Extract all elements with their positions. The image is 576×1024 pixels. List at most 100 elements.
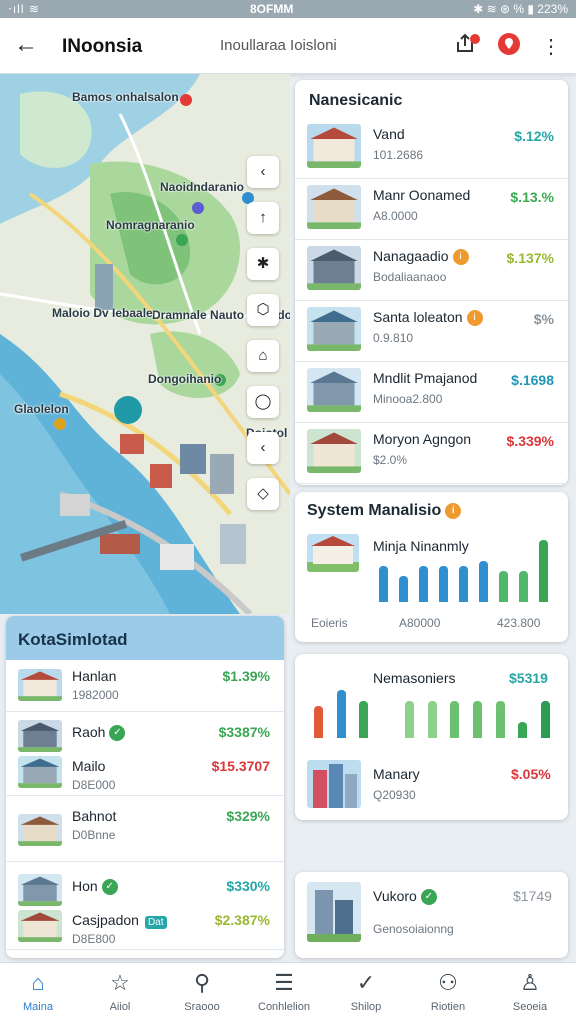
chart-bar [359,700,369,738]
map-home-button[interactable]: ⌂ [247,340,279,372]
building-thumbnail [18,720,62,752]
kota-row[interactable]: Hon ✓ $330% [6,870,284,906]
nav-item-shilop[interactable]: ✓ Shilop [330,969,402,1013]
building-thumbnail [307,368,361,412]
map-filter-button[interactable]: ✱ [247,248,279,280]
listing-value: $% [533,311,554,327]
share-icon[interactable] [450,32,480,62]
monitor-value: $5319 [509,670,548,686]
notification-dot [470,34,480,44]
axis-label: Eoieris [311,616,348,630]
kota-row-name: Raoh ✓ [72,724,126,742]
kota-row-sub: D8E000 [72,778,116,792]
chart-bar [418,565,428,602]
listing-row[interactable]: Nanagaadio i Bodaliaanaoo $.137% [295,240,568,301]
kota-row-name-text: Raoh [72,724,106,740]
back-arrow-icon[interactable]: ← [12,32,40,60]
listing-value: $.13.% [510,189,554,205]
nav-item-conhlelion[interactable]: ☰ Conhlelion [248,969,320,1013]
people-icon: ⚇ [438,970,458,995]
monitor-item-sub: Q20930 [373,788,416,802]
listing-sub: 0.9.810 [373,331,414,345]
map-label: Naoidndaranio [160,180,245,194]
kota-row[interactable]: Raoh ✓ $3387% [6,716,284,752]
nav-label: Riotien [430,1001,466,1013]
database-icon: ☰ [274,970,294,995]
verified-badge: ✓ [109,725,126,742]
map-back-button[interactable]: ‹ [247,432,279,464]
listings-card: Nanesicanic Vand 101.2686 $.12% Manr Ooname… [295,80,568,485]
user-icon: ♙ [520,970,540,995]
system-title: System Manalisio i [307,502,462,520]
more-vertical-icon[interactable]: ⋮ [536,32,566,62]
kota-row-value: $15.3707 [211,758,270,774]
listing-value: $.137% [506,250,554,266]
listing-value: $.339% [506,433,554,449]
nav-item-aiiol[interactable]: ☆ Aiiol [84,969,156,1013]
kota-row[interactable]: Hanlan 1982000 $1.39% [6,660,284,712]
search-input[interactable]: Inoullaraa Ioisloni [210,32,440,60]
listing-row[interactable]: Mndlit Pmajanod Minooa2.800 $.1698 [295,362,568,423]
map-toolbar: ‹ ↑ ✱ ⬡ ⌂ ◯ ‹ ◇ [247,156,281,524]
chart-bar [427,700,437,738]
kota-row[interactable]: Bahnot D0Bnne $329% [6,800,284,862]
listing-name: Vukoro ✓ [373,888,437,906]
kota-row-name-text: Hanlan [72,668,117,684]
search-icon: ⚲ [193,970,211,995]
chart-bar [336,690,346,738]
kota-row-name-text: Bahnot [72,808,117,824]
kota-row-value: $330% [226,878,270,894]
status-time: 8OFMM [250,2,294,16]
building-thumbnail [18,756,62,788]
listing-name-text: Santa loleaton [373,309,463,325]
listing-sub: Bodaliaanaoo [373,270,447,284]
listing-row[interactable]: Manr Oonamed A8.0000 $.13.% [295,179,568,240]
monitor-bar-chart [307,688,557,738]
star-icon: ☆ [110,970,130,995]
listing-name: Manr Oonamed [373,187,470,203]
map-north-button[interactable]: ↑ [247,202,279,234]
kota-row-sub: D0Bnne [72,828,116,842]
map-layers-button[interactable]: ⬡ [247,294,279,326]
monitor-item-name: Manary [373,766,420,782]
nav-label: Aiiol [109,1001,131,1013]
nav-item-maina[interactable]: ⌂ Maina [2,969,74,1013]
nav-item-sraooo[interactable]: ⚲ Sraooo [166,969,238,1013]
building-thumbnail [307,534,359,572]
nav-item-seoeia[interactable]: ♙ Seoeia [494,969,566,1013]
listing-card[interactable]: Vukoro ✓ Genosoiaionng $1749 [295,872,568,958]
map-shape-button[interactable]: ◇ [247,478,279,510]
kota-row-name-text: Hon [72,878,98,894]
building-thumbnail [307,185,361,229]
map-pin-icon[interactable] [494,32,524,62]
kota-row-sub: D8E800 [72,932,116,946]
kota-title: KotaSimlotad [6,616,284,660]
listing-name-text: Manr Oonamed [373,187,471,203]
kota-row[interactable]: Casjpadon Dat D8E800 $2.387% [6,904,284,950]
chart-bar [458,565,468,602]
check-icon: ✓ [356,970,376,995]
city-map[interactable]: Bamos onhalsalon Naoidndaranio Nomragnar… [0,74,290,614]
map-label: Maloio Dv Iebaale [52,306,153,320]
nav-item-riotien[interactable]: ⚇ Riotien [412,969,484,1013]
chart-bar [404,700,414,738]
listing-row[interactable]: Santa loleaton i 0.9.810 $% [295,301,568,362]
listing-name: Vand [373,126,405,142]
info-badge: i [445,502,462,519]
kota-panel: KotaSimlotad Hanlan 1982000 $1.39% Raoh ✓ $33… [6,616,284,958]
kota-row-value: $3387% [218,724,270,740]
kota-row-name: Mailo [72,758,105,774]
listing-sub: Minooa2.800 [373,392,443,406]
listing-row[interactable]: Moryon Agngon $2.0% $.339% [295,423,568,484]
chart-bar [398,576,408,602]
status-bar: ⋅ıll ≋ 8OFMM ✱ ≋ ⊛ % ▮ 223% [0,0,576,18]
building-thumbnail [18,669,62,701]
map-collapse-button[interactable]: ‹ [247,156,279,188]
signal-icon: ⋅ıll ≋ [8,2,40,16]
map-locate-button[interactable]: ◯ [247,386,279,418]
kota-row[interactable]: Mailo D8E000 $15.3707 [6,750,284,796]
building-thumbnail [307,760,361,808]
kota-row-name: Hanlan [72,668,116,684]
listing-row[interactable]: Vand 101.2686 $.12% [295,118,568,179]
home-icon: ⌂ [31,970,45,995]
